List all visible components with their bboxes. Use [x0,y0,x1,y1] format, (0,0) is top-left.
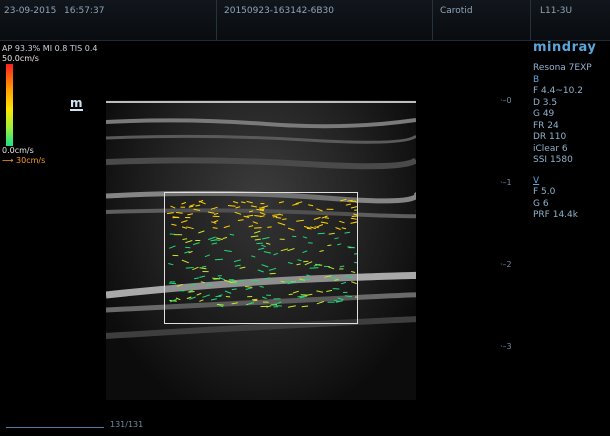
flow-arrow [256,242,263,245]
flow-arrow [267,226,272,228]
flow-arrow [214,258,223,261]
flow-arrow [254,227,262,229]
header-divider [530,0,531,40]
acoustic-params: AP 93.3% MI 0.8 TIS 0.4 [2,44,98,53]
exam-time: 16:57:37 [64,6,105,16]
v-param: G 6 [533,198,549,209]
depth-tick: ·–3 [500,342,512,351]
brand-logo: mindray [533,40,597,55]
velocity-min-label: 0.0cm/s [2,146,34,155]
flow-arrow [168,282,177,285]
depth-scale: ·–0 ·–1 ·–2 ·–3 [500,96,520,396]
depth-tick: ·–1 [500,178,512,187]
flow-arrow [185,267,194,269]
flow-arrow [303,260,309,263]
vector-flow-overlay [165,193,357,323]
flow-arrow [351,215,357,217]
flow-arrow [275,217,282,219]
exam-date: 23-09-2015 [4,6,57,16]
velocity-max-label: 50.0cm/s [2,54,39,63]
study-id: 20150923-163142-6B30 [224,6,335,16]
depth-tick: ·–2 [500,260,512,269]
b-param: DR 110 [533,132,567,142]
flow-arrow [288,293,293,296]
v-param: PRF 14.4k [533,210,578,220]
frame-counter: 131/131 [110,420,144,429]
b-param: FR 24 [533,120,559,131]
flow-arrow [188,291,195,293]
flow-arrow [185,246,191,249]
flow-arrow [306,227,312,230]
flow-arrow [327,244,332,247]
arrow-right-icon: ⟶ [2,156,14,165]
b-param: SSI 1580 [533,155,573,165]
b-param: iClear 6 [533,143,568,154]
flow-arrow [252,298,258,301]
v-mode-heading[interactable]: V [533,176,592,188]
velocity-color-scale [6,64,13,146]
orientation-marker: m [70,96,83,111]
arrow-speed-label: 30cm/s [16,156,46,165]
flow-arrow [216,303,224,306]
cine-bar[interactable]: 131/131 [0,420,610,436]
top-info-bar: 23-09-2015 16:57:37 20150923-163142-6B30… [0,0,610,41]
probe-label[interactable]: L11-3U [540,6,572,16]
system-model: Resona 7EXP [533,63,592,73]
header-divider [216,0,217,40]
flow-arrow [237,219,244,221]
b-param: F 4.4~10.2 [533,86,583,96]
flow-arrow [214,239,221,241]
depth-tick: ·–0 [500,96,512,105]
flow-arrow [282,218,287,220]
b-mode-heading[interactable]: B [533,75,592,87]
flow-arrow [231,288,237,291]
flow-arrow [202,265,207,268]
imaging-parameters: Resona 7EXP B F 4.4~10.2 D 3.5 G 49 FR 2… [533,63,592,222]
flow-arrow [227,205,236,207]
header-divider [432,0,433,40]
preset-label[interactable]: Carotid [440,6,473,16]
cine-slider-track[interactable] [6,427,104,428]
arrow-speed-legend: ⟶ 30cm/s [2,156,45,165]
b-param: G 49 [533,109,555,119]
b-param: D 3.5 [533,97,558,108]
flow-arrow [259,208,265,211]
v-param: F 5.0 [533,187,556,197]
flow-arrow [182,238,188,240]
flow-arrow [317,232,325,235]
color-flow-roi[interactable] [164,192,358,324]
